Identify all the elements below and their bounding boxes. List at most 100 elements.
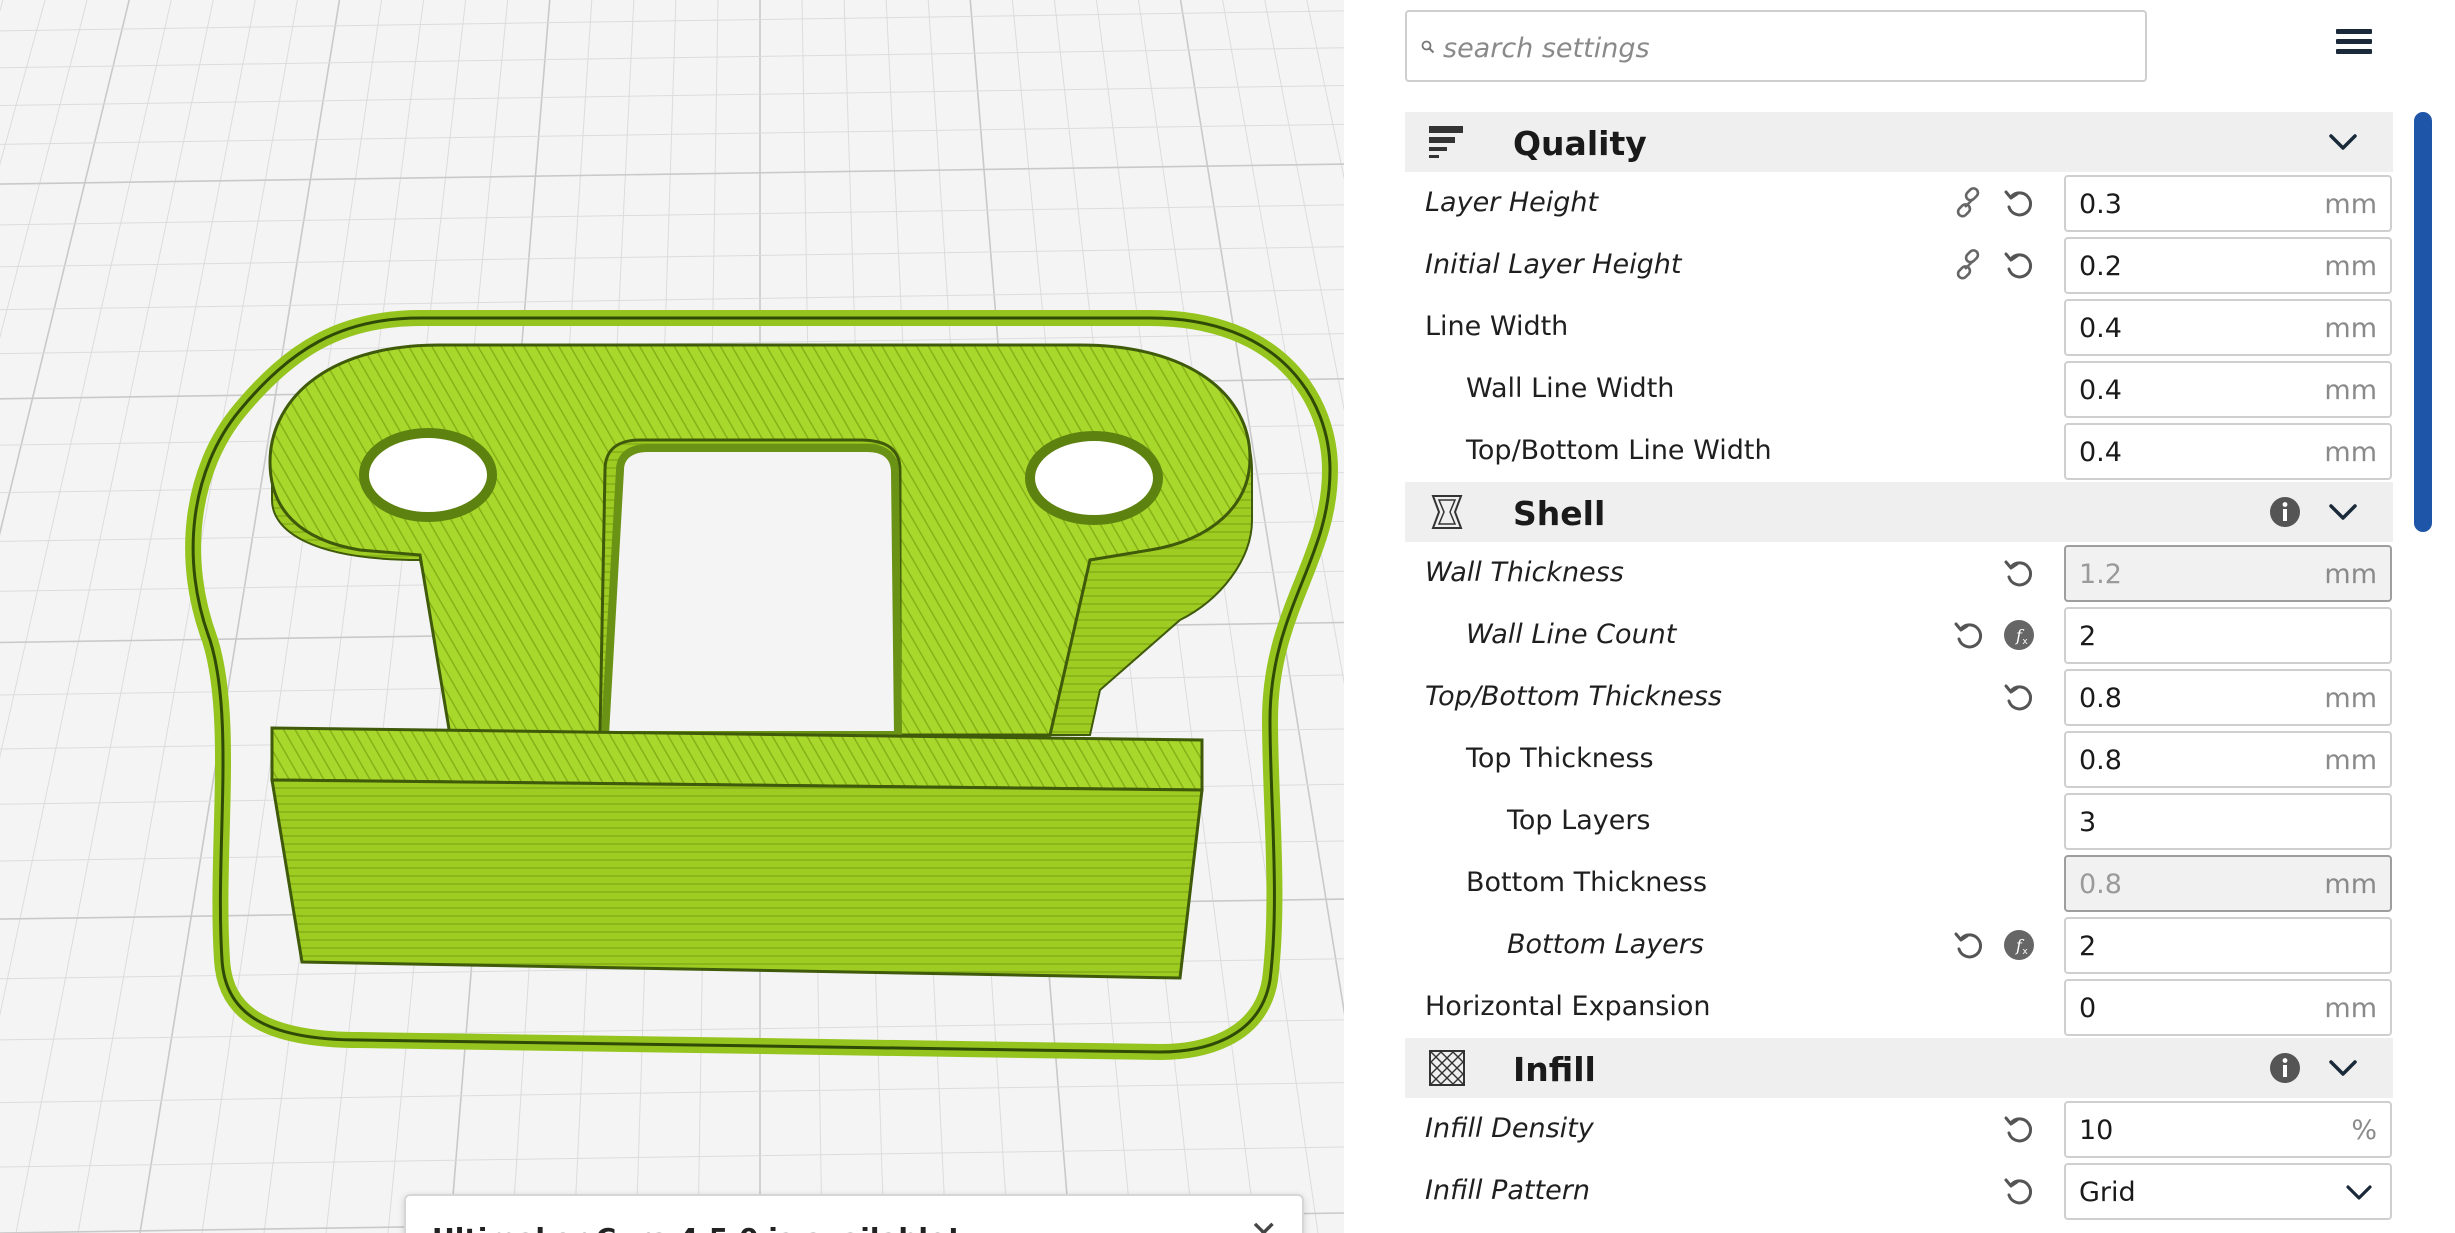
setting-value-field[interactable]: 2 — [2064, 607, 2392, 664]
setting-value: 2 — [2079, 931, 2097, 962]
info-icon[interactable] — [2269, 496, 2301, 528]
setting-unit: mm — [2324, 251, 2377, 282]
category-header-shell[interactable]: Shell — [1405, 482, 2393, 542]
close-icon[interactable]: ✕ — [1250, 1214, 1279, 1233]
reset-icon[interactable] — [1952, 928, 1986, 962]
setting-unit: % — [2351, 1115, 2377, 1146]
setting-label: Horizontal Expansion — [1425, 991, 1711, 1022]
chevron-down-icon[interactable] — [2327, 128, 2359, 156]
setting-row: Bottom Layers f x 2 — [1405, 914, 2393, 976]
setting-label: Top Thickness — [1466, 743, 1654, 774]
setting-label: Infill Pattern — [1425, 1175, 1590, 1206]
build-plate-scene[interactable] — [0, 0, 1344, 1233]
update-notification: Ultimaker Cura 4.5.0 is available! ✕ — [404, 1194, 1304, 1233]
center-window — [600, 444, 903, 739]
setting-row: Horizontal Expansion 0 mm — [1405, 976, 2393, 1038]
setting-row: Infill Density 10% — [1405, 1098, 2393, 1160]
setting-label: Initial Layer Height — [1425, 249, 1682, 280]
link-icon[interactable] — [1952, 186, 1986, 220]
chevron-down-icon[interactable] — [2327, 498, 2359, 526]
search-input[interactable] — [1441, 24, 2135, 72]
setting-label: Layer Height — [1425, 187, 1599, 218]
setting-label: Bottom Layers — [1507, 929, 1704, 960]
function-icon[interactable]: fx — [2002, 618, 2036, 652]
setting-row: Wall Line Width 0.4 mm — [1405, 358, 2393, 420]
setting-value-field[interactable]: 0.8 mm — [2064, 855, 2392, 912]
search-box[interactable] — [1405, 10, 2147, 82]
setting-row: Wall Line Count f x 2 — [1405, 604, 2393, 666]
category-label: Quality — [1513, 124, 1647, 163]
chevron-down-icon[interactable] — [2344, 1181, 2374, 1205]
setting-row: Bottom Thickness 0.8 mm — [1405, 852, 2393, 914]
setting-value-field[interactable]: 0.4 mm — [2064, 423, 2392, 480]
function-icon[interactable]: fx — [2002, 928, 2036, 962]
print-settings-panel: QualityLayer Height0.3mmInitial Layer He… — [1344, 0, 2455, 1233]
setting-label: Wall Thickness — [1425, 557, 1624, 588]
setting-unit: mm — [2324, 745, 2377, 776]
reset-icon[interactable] — [2002, 1112, 2036, 1146]
settings-list: Quality Layer Height 0.3 mm Initial Layer He… — [1405, 112, 2393, 1222]
category-label: Infill — [1513, 1050, 1596, 1089]
settings-scrollbar[interactable] — [2414, 112, 2432, 532]
setting-row: Top/Bottom Line Width 0.4 mm — [1405, 420, 2393, 482]
setting-value: 0 — [2079, 993, 2097, 1024]
setting-value: 0.3 — [2079, 189, 2122, 220]
setting-value-field[interactable]: 0.4 mm — [2064, 299, 2392, 356]
reset-icon[interactable] — [2002, 186, 2036, 220]
setting-value-field[interactable]: 0.2 mm — [2064, 237, 2392, 294]
front-block-face — [270, 778, 1204, 980]
reset-icon[interactable] — [1952, 618, 1986, 652]
setting-value-field[interactable]: 1.2 mm — [2064, 545, 2392, 602]
update-notification-title: Ultimaker Cura 4.5.0 is available! — [432, 1222, 960, 1233]
setting-label: Top Layers — [1507, 805, 1651, 836]
right-mount-hole — [1025, 431, 1163, 525]
setting-label: Top/Bottom Thickness — [1425, 681, 1722, 712]
setting-unit: mm — [2324, 189, 2377, 220]
setting-unit: mm — [2324, 437, 2377, 468]
setting-value: 10 — [2079, 1115, 2114, 1146]
hamburger-menu-icon[interactable] — [2332, 24, 2376, 68]
setting-value: 0.8 — [2079, 745, 2122, 776]
reset-icon[interactable] — [2002, 248, 2036, 282]
setting-dropdown[interactable]: Grid — [2064, 1163, 2392, 1220]
svg-text:x: x — [2022, 947, 2028, 957]
reset-icon[interactable] — [2002, 1174, 2036, 1208]
category-header-quality[interactable]: Quality — [1405, 112, 2393, 172]
setting-value: 0.4 — [2079, 313, 2122, 344]
reset-icon[interactable] — [2002, 556, 2036, 590]
setting-row: Wall Thickness 1.2 mm — [1405, 542, 2393, 604]
shell-icon — [1431, 495, 1463, 529]
setting-row: Initial Layer Height 0.2 mm — [1405, 234, 2393, 296]
setting-value-field[interactable]: 0 mm — [2064, 979, 2392, 1036]
setting-row: Line Width 0.4 mm — [1405, 296, 2393, 358]
category-label: Shell — [1513, 494, 1606, 533]
quality-icon — [1429, 126, 1463, 158]
setting-value-field[interactable]: 0.8 mm — [2064, 669, 2392, 726]
setting-value-field[interactable]: 0.4 mm — [2064, 361, 2392, 418]
left-mount-hole — [359, 428, 497, 522]
setting-row: Infill Pattern Grid — [1405, 1160, 2393, 1222]
setting-value: 0.8 — [2079, 683, 2122, 714]
setting-value-field[interactable]: 0.3 mm — [2064, 175, 2392, 232]
setting-value: 3 — [2079, 807, 2097, 838]
setting-value-field[interactable]: 10% — [2064, 1101, 2392, 1158]
setting-value-field[interactable]: 3 — [2064, 793, 2392, 850]
setting-label: Line Width — [1425, 311, 1569, 342]
chevron-down-icon[interactable] — [2327, 1054, 2359, 1082]
setting-unit: mm — [2324, 869, 2377, 900]
setting-row: Layer Height 0.3 mm — [1405, 172, 2393, 234]
setting-value-field[interactable]: 2 — [2064, 917, 2392, 974]
setting-value: 2 — [2079, 621, 2097, 652]
search-icon — [1421, 40, 1435, 54]
info-icon[interactable] — [2269, 1052, 2301, 1084]
category-header-infill[interactable]: Infill — [1405, 1038, 2393, 1098]
setting-value-field[interactable]: 0.8 mm — [2064, 731, 2392, 788]
reset-icon[interactable] — [2002, 680, 2036, 714]
setting-unit: mm — [2324, 375, 2377, 406]
setting-row: Top Layers 3 — [1405, 790, 2393, 852]
link-icon[interactable] — [1952, 248, 1986, 282]
setting-value: 0.8 — [2079, 869, 2122, 900]
setting-label: Top/Bottom Line Width — [1466, 435, 1772, 466]
setting-label: Bottom Thickness — [1466, 867, 1708, 898]
3d-viewport[interactable]: Ultimaker Cura 4.5.0 is available! ✕ — [0, 0, 1344, 1233]
